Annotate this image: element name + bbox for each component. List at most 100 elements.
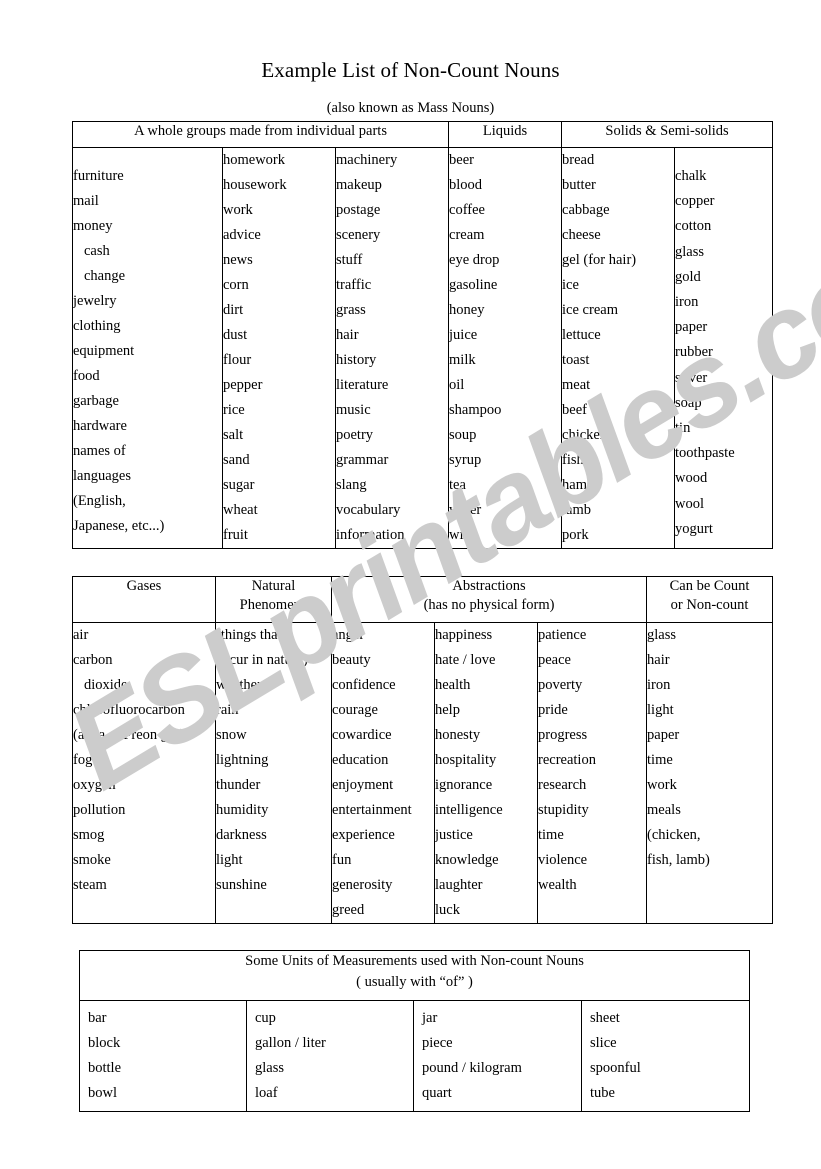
list-solids-col-2: chalk copper cotton glass gold iron paper rubbe… [675,164,772,542]
noun-item: generosity [332,877,393,893]
noun-item: literature [336,377,389,393]
table2-body-row: air carbon dioxide chlorofluorocarbon (a.k.a… [72,622,774,924]
cell-whole-groups-col-3: machinery makeup postage scenery stuff traffi… [334,147,450,549]
noun-item: wheat [223,502,258,518]
noun-item: dust [223,327,248,343]
noun-item: fish, lamb) [647,852,710,868]
cell-solids-col-1: bread butter cabbage cheese gel (for hair) ic… [561,147,676,549]
noun-item: slice [590,1035,617,1051]
header-natural-phenomena-line1: Natural [251,578,296,594]
noun-item: violence [538,852,588,868]
noun-item: knowledge [435,852,499,868]
noun-item: blood [449,177,483,193]
noun-item: garbage [73,393,119,409]
noun-item: pound / kilogram [422,1060,522,1076]
noun-item: languages [73,468,131,484]
noun-item: greed [332,902,365,918]
noun-item: education [332,752,389,768]
noun-item: soap [675,394,702,411]
noun-item: experience [332,827,395,843]
noun-item: piece [422,1035,453,1051]
list-natural-phenomena: (things that occur in nature) weather rain s… [216,623,331,898]
noun-item: rain [216,702,239,718]
cell-units-col-3: jar piece pound / kilogram quart [413,1000,582,1112]
noun-item: quart [422,1085,452,1101]
noun-item: news [223,252,253,268]
noun-item: mail [73,193,99,209]
noun-item: time [647,752,673,768]
noun-item: work [223,202,253,218]
noun-item: rubber [675,344,713,361]
noun-item: toothpaste [675,445,735,462]
noun-item: pork [562,527,589,543]
noun-item: jewelry [73,293,117,309]
noun-item: enjoyment [332,777,394,793]
noun-item: poetry [336,427,374,443]
noun-item: money [73,218,113,234]
noun-item: hospitality [435,752,497,768]
header-gases-line1: Gases [126,578,162,594]
noun-item: humidity [216,802,269,818]
header-natural-phenomena-line2: Phenomena [239,596,308,613]
noun-item: health [435,677,471,693]
noun-item: cream [449,227,485,243]
noun-item: ice cream [562,302,618,318]
noun-item: yogurt [675,520,713,537]
noun-item: butter [562,177,596,193]
noun-item: tube [590,1085,615,1101]
noun-item: cup [255,1010,276,1026]
noun-item: work [647,777,677,793]
header-count-or-noncount-line1: Can be Count [669,578,750,594]
noun-item: cheese [562,227,601,243]
noun-item: research [538,777,587,793]
page-subtitle: (also known as Mass Nouns) [326,100,495,116]
cell-solids-col-2: chalk copper cotton glass gold iron paper rubbe… [674,147,774,549]
header-gases: Gases [72,576,216,623]
noun-item: help [435,702,460,718]
noun-item: grass [336,302,366,318]
noun-item: vocabulary [336,502,401,518]
noun-item: wool [675,495,705,512]
noun-item: hair [336,327,359,343]
noun-item: sugar [223,477,255,493]
noun-item: snow [216,727,247,743]
noun-item: silver [675,369,708,386]
noun-item: smog [73,827,105,843]
list-count-or-noncount: glass hair iron light paper time work meals (chi… [647,623,772,873]
noun-item: corn [223,277,249,293]
noun-item: lettuce [562,327,601,343]
noun-item: juice [449,327,478,343]
noun-item: paper [647,727,680,743]
cell-whole-groups-col-2: homework housework work advice news corn dirt d… [222,147,336,549]
noun-item: wealth [538,877,577,893]
noun-item: chicken [562,427,608,443]
noun-item: makeup [336,177,382,193]
noun-item: traffic [336,277,372,293]
noun-item: information [336,527,405,543]
noun-item: light [647,702,674,718]
cell-abstractions-col-3: patience peace poverty pride progress recreat… [536,622,648,924]
noun-item: wood [675,470,708,487]
noun-item: grammar [336,452,389,468]
noun-item: coffee [449,202,485,218]
noun-item: hair [647,652,670,668]
cell-units-col-1: bar block bottle bowl [79,1000,247,1112]
noun-item: eye drop [449,252,500,268]
noun-item: happiness [435,627,493,643]
list-solids-col-1: bread butter cabbage cheese gel (for hair) ic… [562,148,674,548]
noun-item: gallon / liter [255,1035,326,1051]
noun-item: anger [332,627,365,643]
noun-item: sand [223,452,250,468]
noun-item: salt [223,427,244,443]
noun-item: water [449,502,482,518]
noun-item: music [336,402,371,418]
noun-item: oxygen [73,777,116,793]
noun-item: paper [675,319,708,336]
cell-count-or-noncount: glass hair iron light paper time work meals (chi… [646,622,774,924]
noun-item: flour [223,352,252,368]
noun-item: gel (for hair) [562,252,637,268]
noun-item: syrup [449,452,482,468]
noun-item: glass [675,243,705,260]
noun-item: confidence [332,677,396,693]
noun-item: fog [73,752,93,768]
